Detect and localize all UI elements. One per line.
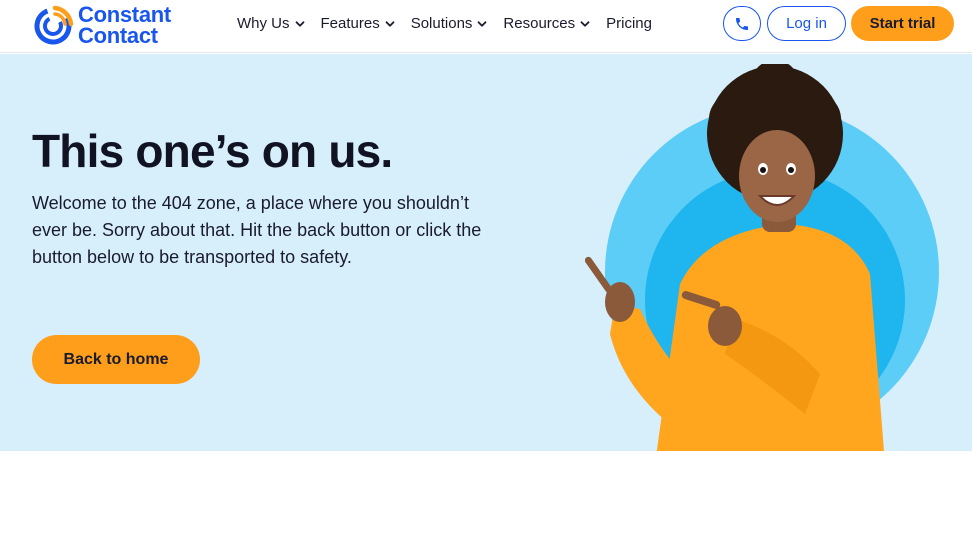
nav-label: Solutions <box>410 15 473 32</box>
phone-button[interactable] <box>723 6 761 41</box>
logo-wordmark: Constant Contact <box>78 2 171 48</box>
login-button[interactable]: Log in <box>767 6 846 41</box>
nav-label: Resources <box>503 15 576 32</box>
chevron-down-icon <box>478 20 487 27</box>
chevron-down-icon <box>385 20 395 27</box>
site-header: Constant Contact Why Us Features Solutio… <box>0 0 972 53</box>
nav-label: Features <box>320 15 380 32</box>
nav-item-why-us[interactable]: Why Us <box>237 15 305 32</box>
logo-line-1: Constant <box>78 2 171 27</box>
nav-item-pricing[interactable]: Pricing <box>606 15 652 32</box>
logo-mark-icon <box>34 5 74 45</box>
nav-item-solutions[interactable]: Solutions <box>411 15 488 32</box>
nav-item-resources[interactable]: Resources <box>503 15 590 32</box>
nav-item-features[interactable]: Features <box>321 15 395 32</box>
nav-label: Pricing <box>606 15 652 32</box>
chevron-down-icon <box>295 20 304 27</box>
page-title: This one’s on us. <box>32 125 393 177</box>
logo-line-2: Contact <box>78 23 158 48</box>
main-nav: Why Us Features Solutions Resources Pric… <box>237 0 652 47</box>
start-trial-button[interactable]: Start trial <box>851 6 954 41</box>
hero-description: Welcome to the 404 zone, a place where y… <box>32 193 482 267</box>
hero-section: This one’s on us. Welcome to the 404 zon… <box>0 54 972 451</box>
hero-illustration <box>585 64 939 451</box>
chevron-down-icon <box>580 20 590 27</box>
constant-contact-logo[interactable]: Constant Contact <box>32 3 171 47</box>
back-to-home-button[interactable]: Back to home <box>32 335 200 384</box>
phone-icon <box>736 17 748 30</box>
nav-label: Why Us <box>237 15 290 32</box>
